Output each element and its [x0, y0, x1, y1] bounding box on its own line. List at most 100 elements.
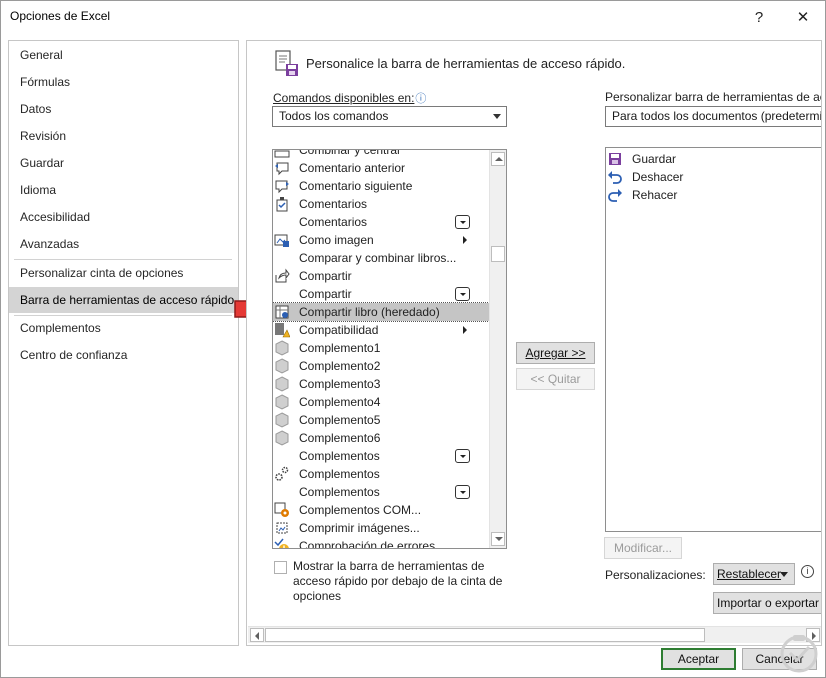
scroll-thumb[interactable]: [265, 628, 705, 642]
show-below-ribbon-checkbox[interactable]: [274, 561, 287, 574]
list-item[interactable]: Deshacer: [606, 168, 821, 186]
sidebar-item-general[interactable]: General: [9, 43, 238, 67]
list-item-selected[interactable]: Compartir libro (heredado): [273, 302, 490, 322]
comments-check-icon: [276, 197, 288, 212]
share-workbook-icon: [275, 305, 289, 319]
info-icon[interactable]: i: [801, 565, 814, 578]
sidebar-nav: General Fórmulas Datos Revisión Guardar …: [8, 40, 239, 646]
sidebar-item-guardar[interactable]: Guardar: [9, 151, 238, 175]
scroll-left-button[interactable]: [250, 628, 264, 642]
compatibility-icon: [275, 323, 290, 338]
customizations-label: Personalizaciones:: [605, 568, 706, 582]
reset-button-label: Restablecer: [717, 567, 782, 581]
share-icon: [275, 268, 290, 283]
submenu-arrow-icon: [463, 236, 467, 244]
list-item[interactable]: Complementos: [273, 447, 489, 465]
commands-list[interactable]: Combinar y centrar Comentario anterior C…: [272, 149, 507, 549]
list-item[interactable]: Como imagen: [273, 231, 489, 249]
submenu-arrow-icon: [463, 326, 467, 334]
commands-dropdown[interactable]: Todos los comandos: [272, 106, 507, 127]
list-item[interactable]: Complemento5: [273, 411, 489, 429]
commands-list-scrollbar[interactable]: [489, 150, 506, 548]
picture-icon: [274, 234, 289, 247]
sidebar-item-centro-confianza[interactable]: Centro de confianza: [9, 343, 238, 367]
customize-list[interactable]: Guardar Deshacer Rehacer: [605, 147, 821, 532]
sidebar-item-avanzadas[interactable]: Avanzadas: [9, 232, 238, 256]
list-item[interactable]: Compatibilidad: [273, 321, 489, 339]
list-item[interactable]: Combinar y centrar: [273, 150, 489, 159]
list-item[interactable]: Complemento6: [273, 429, 489, 447]
sidebar-divider: [14, 259, 232, 260]
sidebar-item-quick-access-toolbar[interactable]: Barra de herramientas de acceso rápido: [9, 287, 238, 313]
add-button[interactable]: Agregar >>: [516, 342, 595, 364]
sidebar-item-revision[interactable]: Revisión: [9, 124, 238, 148]
list-item[interactable]: Complemento2: [273, 357, 489, 375]
list-item[interactable]: Comentarios: [273, 213, 489, 231]
list-item[interactable]: Comentario anterior: [273, 159, 489, 177]
list-item[interactable]: Complementos COM...: [273, 501, 489, 519]
dropdown-indicator-icon: [455, 449, 470, 463]
list-item[interactable]: Compartir: [273, 267, 489, 285]
window-title: Opciones de Excel: [10, 9, 111, 23]
save-icon: [609, 153, 621, 165]
list-item[interactable]: Complemento3: [273, 375, 489, 393]
scroll-down-button[interactable]: [491, 532, 505, 546]
list-item[interactable]: Comprobación de errores...: [273, 537, 489, 548]
list-item[interactable]: Complemento1: [273, 339, 489, 357]
sidebar-item-personalizar-cinta[interactable]: Personalizar cinta de opciones: [9, 261, 238, 285]
chevron-down-icon: [780, 572, 788, 577]
watermark-logo: [780, 635, 818, 673]
sidebar-item-idioma[interactable]: Idioma: [9, 178, 238, 202]
scroll-up-button[interactable]: [491, 152, 505, 166]
customize-scope-dropdown[interactable]: Para todos los documentos (predeterminad…: [605, 106, 822, 127]
title-bar: Opciones de Excel ? ✕: [1, 1, 825, 33]
list-item[interactable]: Comprimir imágenes...: [273, 519, 489, 537]
reset-button[interactable]: Restablecer: [713, 563, 795, 585]
addin-icon: [275, 394, 289, 410]
import-export-button[interactable]: Importar o exportar: [713, 592, 821, 614]
merge-center-icon: [274, 150, 290, 158]
sidebar-item-complementos[interactable]: Complementos: [9, 316, 238, 340]
commands-dropdown-value: Todos los comandos: [279, 109, 389, 123]
modify-button[interactable]: Modificar...: [604, 537, 682, 559]
show-below-ribbon-label: Mostrar la barra de herramientas de acce…: [293, 559, 503, 603]
close-button[interactable]: ✕: [783, 1, 823, 33]
sidebar-item-accesibilidad[interactable]: Accesibilidad: [9, 205, 238, 229]
main-panel: Personalice la barra de herramientas de …: [246, 40, 822, 646]
list-item[interactable]: Complemento4: [273, 393, 489, 411]
list-item[interactable]: Compartir: [273, 285, 489, 303]
dropdown-indicator-icon: [455, 485, 470, 499]
undo-icon: [608, 171, 622, 184]
chevron-up-icon: [495, 157, 503, 161]
addin-icon: [275, 412, 289, 428]
list-item[interactable]: Guardar: [606, 150, 821, 168]
scroll-thumb[interactable]: [491, 246, 505, 262]
compress-icon: [276, 522, 288, 534]
addin-icon: [275, 430, 289, 446]
add-button-label: Agregar >>: [525, 346, 586, 360]
list-item[interactable]: Complementos: [273, 465, 489, 483]
customize-label: Personalizar barra de herramientas de ac…: [605, 90, 821, 104]
list-item[interactable]: Comentarios: [273, 195, 489, 213]
ok-button[interactable]: Aceptar: [661, 648, 736, 670]
help-button[interactable]: ?: [739, 1, 779, 33]
gears-icon: [275, 466, 289, 481]
info-icon[interactable]: ⓘ: [415, 93, 426, 105]
page-title: Personalice la barra de herramientas de …: [306, 56, 626, 71]
list-item[interactable]: Complementos: [273, 483, 489, 501]
addin-icon: [275, 376, 289, 392]
comment-next-icon: [275, 180, 289, 194]
list-item[interactable]: Comparar y combinar libros...: [273, 249, 489, 267]
sidebar-item-formulas[interactable]: Fórmulas: [9, 70, 238, 94]
addin-icon: [275, 358, 289, 374]
dropdown-indicator-icon: [455, 287, 470, 301]
customize-scope-value: Para todos los documentos (predeterminad…: [612, 109, 822, 123]
chevron-down-icon: [493, 114, 501, 119]
list-item[interactable]: Rehacer: [606, 186, 821, 204]
sidebar-item-datos[interactable]: Datos: [9, 97, 238, 121]
chevron-left-icon: [255, 632, 259, 640]
list-item[interactable]: Comentario siguiente: [273, 177, 489, 195]
horizontal-scrollbar[interactable]: [248, 626, 821, 643]
error-check-icon: [274, 538, 289, 548]
remove-button[interactable]: << Quitar: [516, 368, 595, 390]
